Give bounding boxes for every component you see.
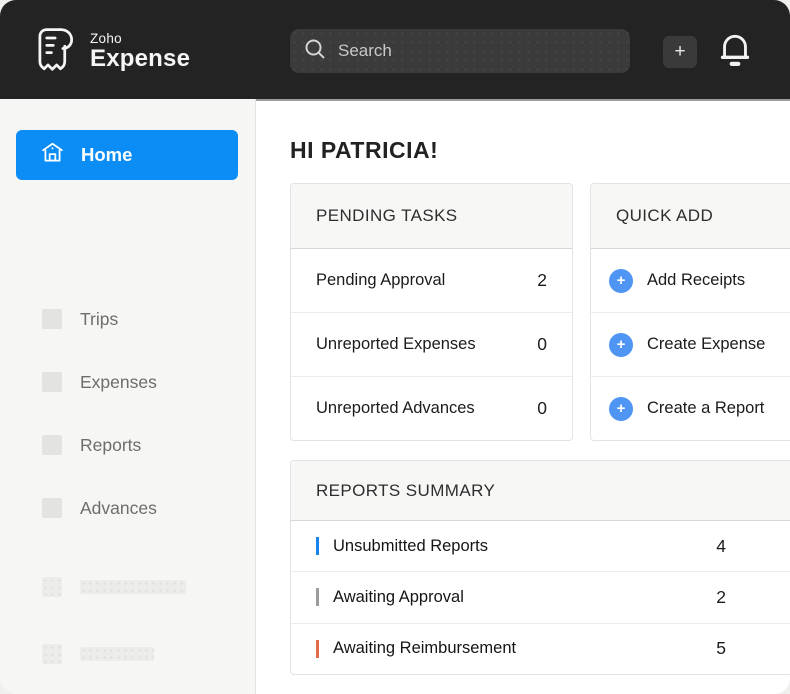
search-icon xyxy=(304,38,326,65)
row-value: 0 xyxy=(537,334,547,355)
brand-text: Zoho Expense xyxy=(90,31,190,72)
row-label: Awaiting Approval xyxy=(333,588,716,607)
home-icon xyxy=(40,140,81,170)
status-color-bar xyxy=(316,640,319,658)
sidebar-item-advances[interactable]: Advances xyxy=(16,493,238,523)
pending-approval-row[interactable]: Pending Approval 2 xyxy=(291,249,572,312)
unreported-advances-row[interactable]: Unreported Advances 0 xyxy=(291,376,572,440)
zoho-expense-logo[interactable]: Zoho Expense xyxy=(33,24,190,79)
sidebar-item-expenses[interactable]: Expenses xyxy=(16,367,238,397)
quick-add-label: Add Receipts xyxy=(647,271,745,290)
quick-create-button[interactable]: + xyxy=(663,36,697,68)
row-value: 5 xyxy=(716,638,726,659)
create-report-button[interactable]: + Create a Report xyxy=(591,376,790,440)
status-color-bar xyxy=(316,537,319,555)
skeleton-icon xyxy=(42,644,62,664)
page-greeting: HI PATRICIA! xyxy=(290,137,438,164)
unsubmitted-reports-row[interactable]: Unsubmitted Reports 4 xyxy=(291,521,790,571)
main-content: HI PATRICIA! PENDING TASKS Pending Appro… xyxy=(256,99,790,694)
row-label: Pending Approval xyxy=(316,271,445,290)
brand-zoho: Zoho xyxy=(90,31,190,46)
skeleton-label xyxy=(80,647,154,661)
expenses-placeholder-icon xyxy=(42,372,62,392)
sidebar-item-trips[interactable]: Trips xyxy=(16,304,238,334)
advances-placeholder-icon xyxy=(42,498,62,518)
sidebar-item-label: Trips xyxy=(80,309,118,330)
pending-tasks-title: PENDING TASKS xyxy=(291,184,572,249)
row-label: Unreported Advances xyxy=(316,399,475,418)
plus-circle-icon: + xyxy=(609,397,633,421)
sidebar-item-reports[interactable]: Reports xyxy=(16,430,238,460)
reports-summary-card: REPORTS SUMMARY Unsubmitted Reports 4 Aw… xyxy=(290,460,790,675)
skeleton-icon xyxy=(42,577,62,597)
plus-circle-icon: + xyxy=(609,269,633,293)
status-color-bar xyxy=(316,588,319,606)
plus-circle-icon: + xyxy=(609,333,633,357)
sidebar-item-label: Reports xyxy=(80,435,141,456)
unreported-expenses-row[interactable]: Unreported Expenses 0 xyxy=(291,312,572,376)
brand-expense: Expense xyxy=(90,46,190,72)
row-value: 2 xyxy=(716,587,726,608)
notifications-bell-button[interactable] xyxy=(716,30,754,72)
sidebar-skeleton-item xyxy=(42,577,186,597)
sidebar: Home Trips Expenses Reports Advances xyxy=(0,99,256,694)
row-label: Awaiting Reimbursement xyxy=(333,639,716,658)
row-value: 4 xyxy=(716,536,726,557)
receipt-logo-icon xyxy=(33,24,79,79)
top-bar: Zoho Expense + xyxy=(0,0,790,99)
row-value: 2 xyxy=(537,270,547,291)
sidebar-item-label: Advances xyxy=(80,498,157,519)
sidebar-item-label: Expenses xyxy=(80,372,157,393)
sidebar-item-home[interactable]: Home xyxy=(16,130,238,180)
search-input[interactable] xyxy=(338,41,616,61)
row-label: Unreported Expenses xyxy=(316,335,476,354)
awaiting-approval-row[interactable]: Awaiting Approval 2 xyxy=(291,571,790,622)
awaiting-reimbursement-row[interactable]: Awaiting Reimbursement 5 xyxy=(291,623,790,674)
reports-summary-title: REPORTS SUMMARY xyxy=(291,461,790,521)
add-receipts-button[interactable]: + Add Receipts xyxy=(591,249,790,312)
pending-tasks-card: PENDING TASKS Pending Approval 2 Unrepor… xyxy=(290,183,573,441)
quick-add-label: Create a Report xyxy=(647,399,764,418)
bell-icon xyxy=(718,58,752,73)
row-label: Unsubmitted Reports xyxy=(333,537,716,556)
app-window: Zoho Expense + xyxy=(0,0,790,694)
skeleton-label xyxy=(80,580,186,594)
reports-placeholder-icon xyxy=(42,435,62,455)
quick-add-title: QUICK ADD xyxy=(591,184,790,249)
create-expense-button[interactable]: + Create Expense xyxy=(591,312,790,376)
search-bar[interactable] xyxy=(290,29,630,73)
trips-placeholder-icon xyxy=(42,309,62,329)
sidebar-skeleton-item xyxy=(42,644,154,664)
sidebar-item-label: Home xyxy=(81,144,132,166)
quick-add-label: Create Expense xyxy=(647,335,765,354)
quick-add-card: QUICK ADD + Add Receipts + Create Expens… xyxy=(590,183,790,441)
row-value: 0 xyxy=(537,398,547,419)
